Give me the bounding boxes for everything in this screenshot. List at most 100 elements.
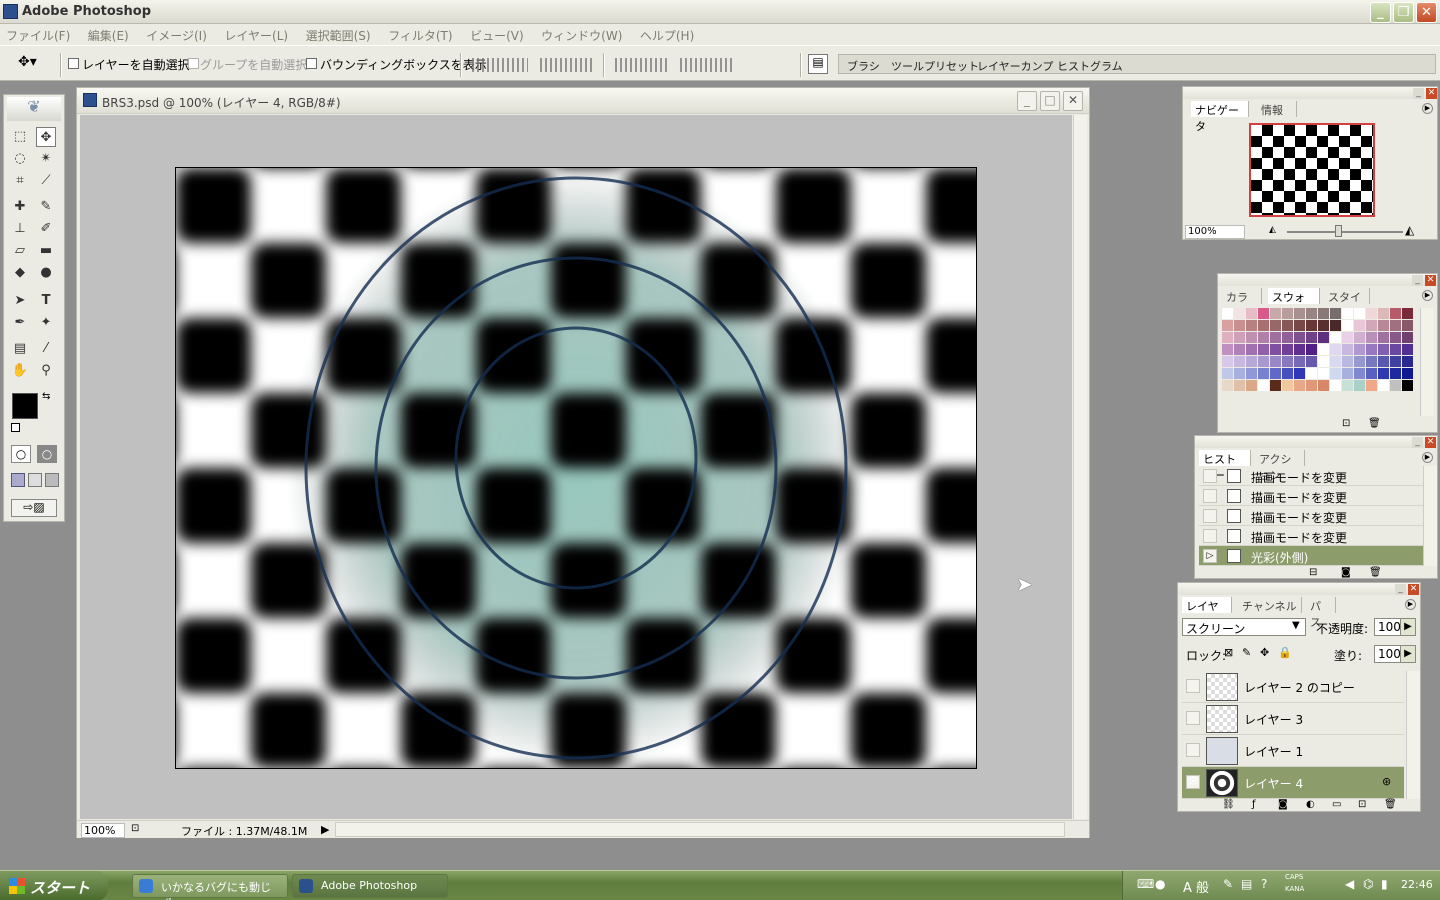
swatch-cell[interactable] [1390, 356, 1402, 368]
lasso-tool-icon[interactable]: ◌ [10, 149, 30, 169]
swatch-cell[interactable] [1294, 332, 1306, 344]
swatch-cell[interactable] [1222, 320, 1234, 332]
swatch-cell[interactable] [1378, 308, 1390, 320]
palette-close-button[interactable]: ✕ [1426, 88, 1437, 99]
swatch-cell[interactable] [1330, 332, 1342, 344]
swatch-cell[interactable] [1246, 380, 1258, 392]
ime-mode[interactable]: A 般 [1183, 877, 1209, 896]
tab-swatches[interactable]: スウォッチ [1268, 288, 1320, 320]
swatch-cell[interactable] [1270, 332, 1282, 344]
swatch-cell[interactable] [1258, 356, 1270, 368]
marquee-tool-icon[interactable]: ⬚ [10, 127, 30, 147]
swatch-cell[interactable] [1354, 308, 1366, 320]
pen-tool-icon[interactable]: ✒ [10, 313, 30, 333]
history-state[interactable]: 描画モードを変更 [1199, 526, 1423, 546]
swatch-cell[interactable] [1354, 320, 1366, 332]
swatch-cell[interactable] [1258, 332, 1270, 344]
swatch-cell[interactable] [1330, 344, 1342, 356]
menu-view[interactable]: ビュー(V) [464, 24, 524, 44]
move-tool-preset-icon[interactable]: ✥▾ [18, 54, 42, 74]
swatch-cell[interactable] [1366, 332, 1378, 344]
swatch-cell[interactable] [1222, 356, 1234, 368]
type-tool-icon[interactable]: T [36, 291, 56, 311]
swatch-cell[interactable] [1306, 308, 1318, 320]
notes-tool-icon[interactable]: ▤ [10, 339, 30, 359]
document-minimize-button[interactable]: _ [1017, 91, 1037, 111]
swatch-cell[interactable] [1270, 380, 1282, 392]
ime-tool-icon[interactable]: ▤ [1241, 877, 1252, 891]
healing-brush-tool-icon[interactable]: ✚ [10, 197, 30, 217]
swatch-cell[interactable] [1402, 320, 1414, 332]
swatch-cell[interactable] [1270, 368, 1282, 380]
swatch-cell[interactable] [1354, 332, 1366, 344]
swatch-cell[interactable] [1282, 308, 1294, 320]
swatch-cell[interactable] [1282, 368, 1294, 380]
new-adjustment-layer-icon[interactable]: ◐ [1306, 799, 1315, 810]
swatch-cell[interactable] [1282, 332, 1294, 344]
custom-shape-tool-icon[interactable]: ✦ [36, 313, 56, 333]
palette-minimize-button[interactable]: _ [1395, 584, 1406, 595]
swatch-cell[interactable] [1258, 368, 1270, 380]
swatch-cell[interactable] [1342, 380, 1354, 392]
swatch-cell[interactable] [1366, 368, 1378, 380]
layer-row[interactable]: レイヤー 1 [1182, 735, 1404, 767]
zoom-in-icon[interactable]: ◭ [1405, 223, 1414, 237]
standard-screen-mode-icon[interactable] [11, 473, 25, 487]
swatch-cell[interactable] [1294, 308, 1306, 320]
brush-tool-icon[interactable]: ✎ [36, 197, 56, 217]
document-close-button[interactable]: ✕ [1063, 91, 1083, 111]
layer-effects-icon[interactable]: ⊛ [1382, 775, 1391, 788]
history-snapshot-box[interactable] [1203, 489, 1217, 503]
swap-colors-icon[interactable]: ⇆ [42, 391, 50, 402]
swatch-cell[interactable] [1222, 368, 1234, 380]
swatches-scrollbar[interactable] [1420, 308, 1434, 416]
swatch-cell[interactable] [1306, 380, 1318, 392]
blur-tool-icon[interactable]: ◆ [10, 263, 30, 283]
palette-close-button[interactable]: ✕ [1425, 275, 1436, 286]
swatch-cell[interactable] [1270, 344, 1282, 356]
taskbar-button-browser[interactable]: いかなるバグにも動じず... [132, 874, 288, 900]
layer-row[interactable]: レイヤー 3 [1182, 703, 1404, 735]
swatch-cell[interactable] [1234, 368, 1246, 380]
swatch-cell[interactable] [1306, 368, 1318, 380]
swatch-cell[interactable] [1270, 356, 1282, 368]
zoom-tool-icon[interactable]: ⚲ [36, 361, 56, 381]
navigator-zoom-field[interactable]: 100% [1185, 225, 1245, 239]
palette-menu-icon[interactable]: ▶ [1422, 290, 1433, 301]
move-tool-icon[interactable]: ✥ [36, 127, 56, 147]
swatch-cell[interactable] [1246, 308, 1258, 320]
align-horizontal-icons[interactable] [540, 58, 592, 72]
menu-select[interactable]: 選択範囲(S) [300, 24, 371, 44]
jump-to-imageready-icon[interactable]: ⇨▨ [11, 499, 57, 517]
layer-visibility-toggle[interactable] [1186, 711, 1200, 725]
swatch-cell[interactable] [1234, 344, 1246, 356]
eyedropper-tool-icon[interactable]: ⁄ [36, 339, 56, 359]
network-icon[interactable]: ⌬ [1363, 877, 1373, 891]
well-tab-histogram[interactable]: ヒストグラム [1057, 58, 1123, 74]
swatch-cell[interactable] [1342, 356, 1354, 368]
swatch-cell[interactable] [1390, 320, 1402, 332]
close-button[interactable]: ✕ [1416, 2, 1437, 23]
add-layer-mask-icon[interactable]: ◙ [1278, 799, 1288, 810]
swatch-cell[interactable] [1378, 368, 1390, 380]
new-swatch-icon[interactable]: ⊡ [1342, 418, 1350, 429]
layer-thumbnail[interactable] [1206, 769, 1238, 797]
swatch-cell[interactable] [1258, 344, 1270, 356]
swatch-cell[interactable] [1378, 320, 1390, 332]
swatch-cell[interactable] [1330, 368, 1342, 380]
menu-filter[interactable]: フィルタ(T) [382, 24, 452, 44]
file-browser-icon[interactable]: ▤ [808, 54, 828, 74]
new-snapshot-icon[interactable]: ◙ [1341, 567, 1351, 578]
swatch-cell[interactable] [1354, 380, 1366, 392]
swatch-cell[interactable] [1318, 320, 1330, 332]
palette-close-button[interactable]: ✕ [1408, 584, 1419, 595]
minimize-button[interactable]: _ [1370, 2, 1391, 23]
default-colors-icon[interactable] [11, 423, 20, 432]
swatch-cell[interactable] [1318, 356, 1330, 368]
swatch-cell[interactable] [1246, 320, 1258, 332]
zoom-slider[interactable] [1287, 231, 1403, 233]
ime-toolbar-icon[interactable]: ● [1155, 877, 1165, 891]
swatch-cell[interactable] [1330, 356, 1342, 368]
swatch-cell[interactable] [1258, 380, 1270, 392]
auto-select-layer-checkbox[interactable] [68, 58, 79, 69]
